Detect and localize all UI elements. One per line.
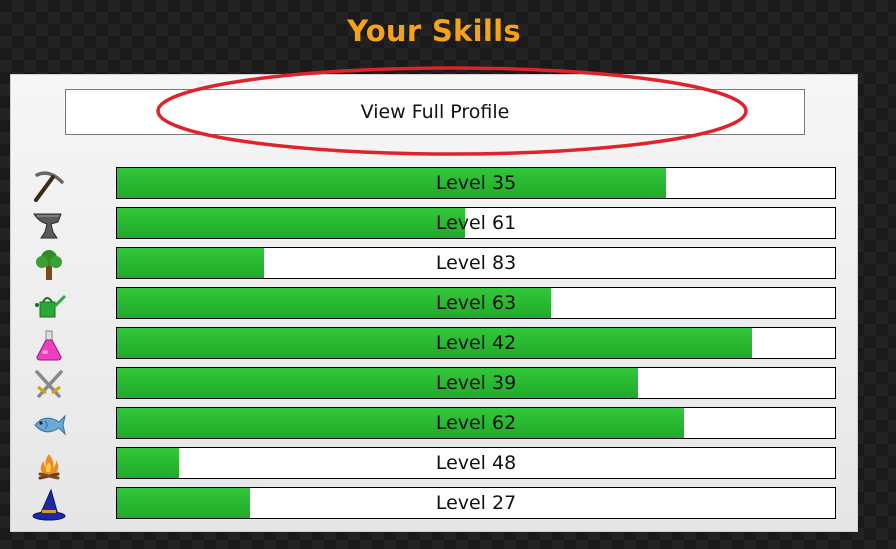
- skill-row-anvil: Level 61: [11, 207, 859, 239]
- skill-level-label: Level 42: [435, 332, 517, 354]
- page-title: Your Skills: [347, 14, 521, 48]
- skill-row-watering-can: Level 63: [11, 287, 859, 319]
- skill-row-wizard-hat: Level 27: [11, 487, 859, 521]
- skill-level-label: Level 27: [435, 492, 517, 514]
- skill-row-swords: Level 39: [11, 367, 859, 399]
- skill-row-tree: Level 83: [11, 247, 859, 280]
- skill-row-campfire: Level 48: [11, 447, 859, 480]
- potion-flask-icon: [29, 327, 69, 363]
- pickaxe-icon: [29, 167, 69, 203]
- skill-level-label: Level 62: [435, 412, 517, 434]
- skill-level-label: Level 39: [435, 372, 517, 394]
- watering-can-icon: [29, 287, 69, 323]
- skill-bar[interactable]: Level 42: [116, 327, 836, 359]
- skill-level-label: Level 63: [435, 292, 517, 314]
- skill-bar[interactable]: Level 48: [116, 447, 836, 479]
- skill-bar[interactable]: Level 63: [116, 287, 836, 319]
- skill-row-potion: Level 42: [11, 327, 859, 361]
- skill-level-label: Level 83: [435, 252, 517, 274]
- skill-bar[interactable]: Level 27: [116, 487, 836, 519]
- skills-panel: View Full Profile Level 35 Level 61 Leve…: [10, 66, 859, 532]
- skill-row-pickaxe: Level 35: [11, 167, 859, 202]
- campfire-icon: [29, 447, 69, 483]
- skill-bar[interactable]: Level 83: [116, 247, 836, 279]
- skill-level-label: Level 35: [435, 172, 517, 194]
- wizard-hat-icon: [29, 487, 69, 523]
- skill-bar[interactable]: Level 35: [116, 167, 836, 199]
- fish-icon: [29, 407, 69, 443]
- view-full-profile-button[interactable]: View Full Profile: [65, 89, 805, 135]
- anvil-icon: [29, 207, 69, 243]
- skill-bar[interactable]: Level 62: [116, 407, 836, 439]
- tree-icon: [29, 247, 69, 283]
- skill-level-label: Level 61: [435, 212, 517, 234]
- skill-bar[interactable]: Level 61: [116, 207, 836, 239]
- crossed-swords-icon: [29, 367, 69, 403]
- skill-row-fish: Level 62: [11, 407, 859, 439]
- skill-level-label: Level 48: [435, 452, 517, 474]
- skill-bar[interactable]: Level 39: [116, 367, 836, 399]
